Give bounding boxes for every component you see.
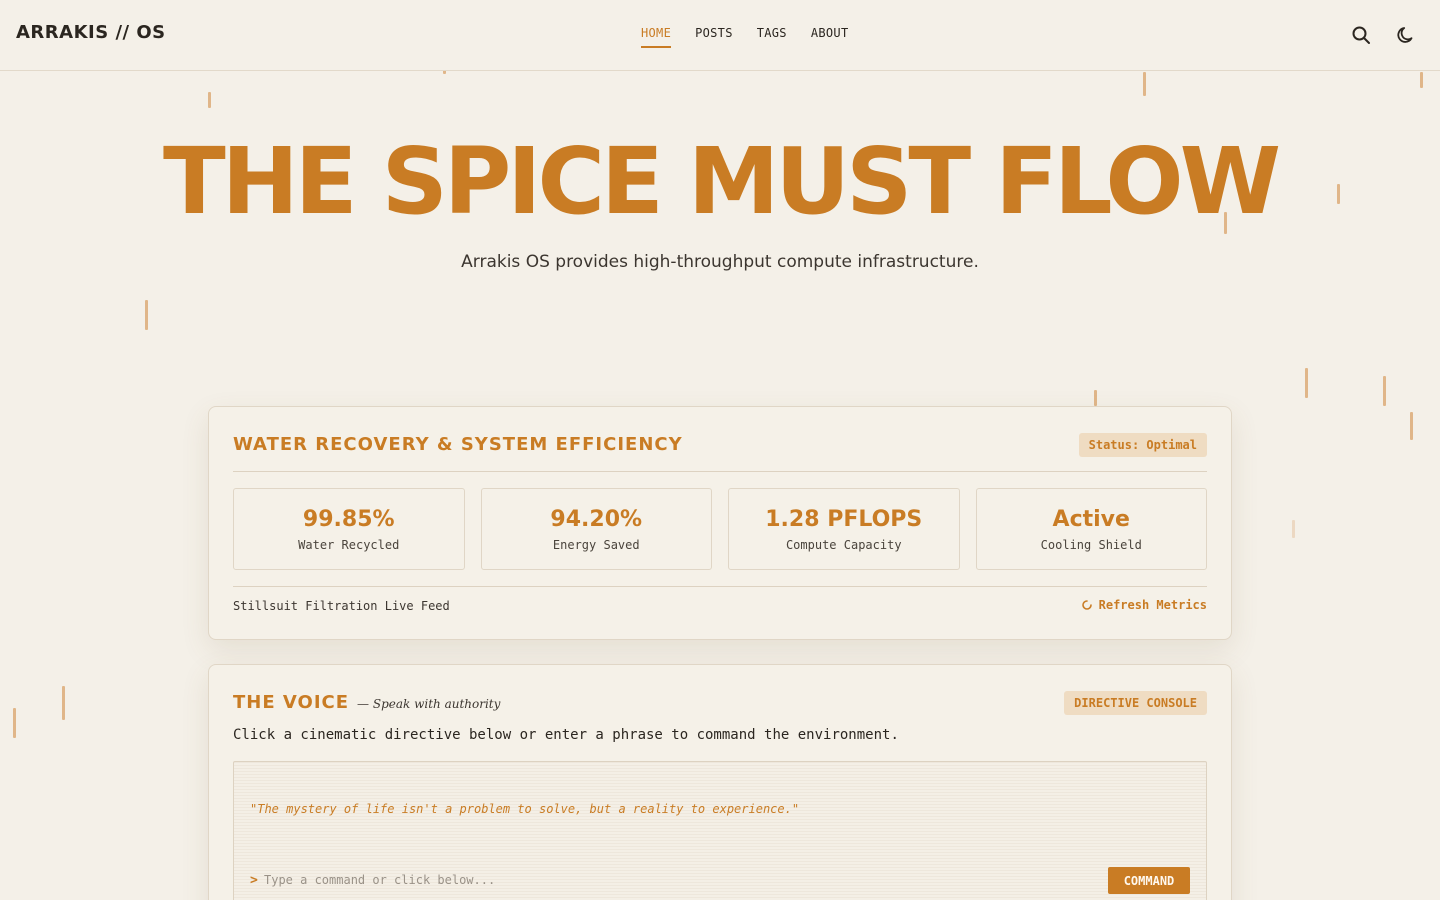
spice-streak xyxy=(1094,390,1097,406)
theme-toggle-button[interactable] xyxy=(1395,24,1417,46)
metrics-grid: 99.85% Water Recycled 94.20% Energy Save… xyxy=(233,488,1207,570)
metric-card-cooling: Active Cooling Shield xyxy=(975,488,1207,570)
search-icon xyxy=(1352,26,1370,44)
voice-tagline: — Speak with authority xyxy=(357,697,501,711)
command-input[interactable] xyxy=(264,870,1084,890)
spice-streak xyxy=(62,686,65,720)
refresh-metrics-button[interactable]: Refresh Metrics xyxy=(1081,598,1207,612)
status-badge: Status: Optimal xyxy=(1078,433,1207,457)
nav-posts[interactable]: POSTS xyxy=(695,26,733,48)
refresh-label: Refresh Metrics xyxy=(1098,598,1207,612)
metric-card-water: 99.85% Water Recycled xyxy=(233,488,465,570)
metric-card-compute: 1.28 PFLOPS Compute Capacity xyxy=(728,488,960,570)
metric-label: Energy Saved xyxy=(552,537,640,552)
metric-card-energy: 94.20% Energy Saved xyxy=(480,488,712,570)
panel-divider xyxy=(233,471,1207,472)
spice-streak xyxy=(145,300,148,330)
voice-panel: THE VOICE — Speak with authority DIRECTIV… xyxy=(208,664,1232,900)
console-quote: "The mystery of life isn't a problem to … xyxy=(250,802,800,816)
metric-label: Water Recycled xyxy=(298,537,400,552)
nav-tags[interactable]: TAGS xyxy=(757,26,787,48)
moon-icon xyxy=(1397,27,1413,43)
hero-subtitle: Arrakis OS provides high-throughput comp… xyxy=(461,252,979,272)
panel-divider xyxy=(233,586,1207,587)
main-nav: HOME POSTS TAGS ABOUT xyxy=(641,26,848,48)
spice-streak xyxy=(1410,412,1413,440)
spice-streak xyxy=(1420,72,1423,88)
metric-value: 94.20% xyxy=(550,506,643,532)
metric-label: Compute Capacity xyxy=(785,537,902,552)
spice-streak xyxy=(1383,376,1386,406)
efficiency-title: WATER RECOVERY & SYSTEM EFFICIENCY xyxy=(233,434,683,455)
nav-home[interactable]: HOME xyxy=(641,26,672,48)
spice-streak xyxy=(1305,368,1308,398)
live-feed-label: Stillsuit Filtration Live Feed xyxy=(233,599,450,613)
voice-title-text: THE VOICE xyxy=(233,692,350,713)
directive-console-badge: DIRECTIVE CONSOLE xyxy=(1064,691,1207,715)
site-logo[interactable]: ARRAKIS // OS xyxy=(16,22,166,43)
metric-label: Cooling Shield xyxy=(1040,537,1142,552)
spice-streak xyxy=(1143,72,1146,96)
spice-streak xyxy=(208,92,211,108)
spice-streak xyxy=(13,708,16,738)
spice-streak xyxy=(1292,520,1295,538)
command-button[interactable]: COMMAND xyxy=(1108,867,1190,894)
nav-about[interactable]: ABOUT xyxy=(811,26,849,48)
voice-title: THE VOICE — Speak with authority xyxy=(233,692,500,713)
voice-description: Click a cinematic directive below or ent… xyxy=(233,727,899,743)
prompt-symbol: > xyxy=(250,873,258,888)
directive-console: "The mystery of life isn't a problem to … xyxy=(233,761,1207,900)
top-bar: ARRAKIS // OS HOME POSTS TAGS ABOUT xyxy=(0,0,1440,71)
metric-value: 99.85% xyxy=(302,506,395,532)
search-button[interactable] xyxy=(1350,24,1372,46)
refresh-icon xyxy=(1081,600,1092,610)
efficiency-panel: WATER RECOVERY & SYSTEM EFFICIENCY Statu… xyxy=(208,406,1232,640)
metric-value: Active xyxy=(1052,506,1130,532)
hero-title: THE SPICE MUST FLOW xyxy=(162,128,1281,235)
metric-value: 1.28 PFLOPS xyxy=(765,506,923,532)
